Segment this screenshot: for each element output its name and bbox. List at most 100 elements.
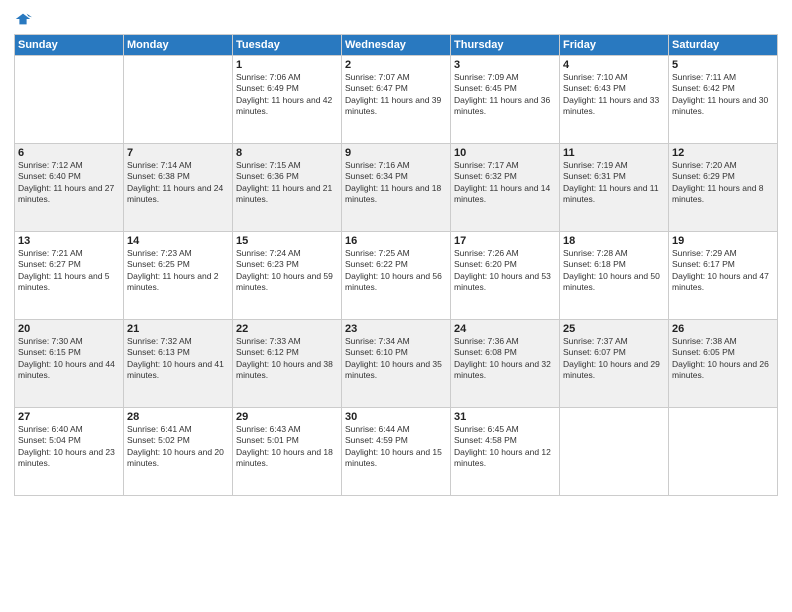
day-info: Sunrise: 6:45 AM Sunset: 4:58 PM Dayligh…: [454, 424, 556, 470]
day-info: Sunrise: 7:36 AM Sunset: 6:08 PM Dayligh…: [454, 336, 556, 382]
calendar-table: SundayMondayTuesdayWednesdayThursdayFrid…: [14, 34, 778, 496]
day-of-week-header: Thursday: [451, 35, 560, 56]
calendar-cell: 19Sunrise: 7:29 AM Sunset: 6:17 PM Dayli…: [669, 232, 778, 320]
calendar-cell: 1Sunrise: 7:06 AM Sunset: 6:49 PM Daylig…: [233, 56, 342, 144]
day-of-week-header: Tuesday: [233, 35, 342, 56]
day-of-week-header: Friday: [560, 35, 669, 56]
day-info: Sunrise: 7:37 AM Sunset: 6:07 PM Dayligh…: [563, 336, 665, 382]
calendar-cell: 4Sunrise: 7:10 AM Sunset: 6:43 PM Daylig…: [560, 56, 669, 144]
calendar-cell: 27Sunrise: 6:40 AM Sunset: 5:04 PM Dayli…: [15, 408, 124, 496]
day-info: Sunrise: 7:24 AM Sunset: 6:23 PM Dayligh…: [236, 248, 338, 294]
day-info: Sunrise: 7:23 AM Sunset: 6:25 PM Dayligh…: [127, 248, 229, 294]
day-info: Sunrise: 7:16 AM Sunset: 6:34 PM Dayligh…: [345, 160, 447, 206]
day-number: 18: [563, 235, 665, 247]
calendar-cell: 14Sunrise: 7:23 AM Sunset: 6:25 PM Dayli…: [124, 232, 233, 320]
day-info: Sunrise: 7:19 AM Sunset: 6:31 PM Dayligh…: [563, 160, 665, 206]
day-number: 31: [454, 411, 556, 423]
calendar-cell: 17Sunrise: 7:26 AM Sunset: 6:20 PM Dayli…: [451, 232, 560, 320]
day-number: 8: [236, 147, 338, 159]
day-number: 20: [18, 323, 120, 335]
day-number: 15: [236, 235, 338, 247]
day-info: Sunrise: 7:25 AM Sunset: 6:22 PM Dayligh…: [345, 248, 447, 294]
calendar-cell: 12Sunrise: 7:20 AM Sunset: 6:29 PM Dayli…: [669, 144, 778, 232]
day-info: Sunrise: 6:43 AM Sunset: 5:01 PM Dayligh…: [236, 424, 338, 470]
day-of-week-header: Wednesday: [342, 35, 451, 56]
day-info: Sunrise: 7:12 AM Sunset: 6:40 PM Dayligh…: [18, 160, 120, 206]
calendar-cell: 9Sunrise: 7:16 AM Sunset: 6:34 PM Daylig…: [342, 144, 451, 232]
calendar-cell: 5Sunrise: 7:11 AM Sunset: 6:42 PM Daylig…: [669, 56, 778, 144]
day-info: Sunrise: 7:17 AM Sunset: 6:32 PM Dayligh…: [454, 160, 556, 206]
calendar-week-row: 1Sunrise: 7:06 AM Sunset: 6:49 PM Daylig…: [15, 56, 778, 144]
day-info: Sunrise: 7:14 AM Sunset: 6:38 PM Dayligh…: [127, 160, 229, 206]
calendar-cell: 30Sunrise: 6:44 AM Sunset: 4:59 PM Dayli…: [342, 408, 451, 496]
calendar-cell: 25Sunrise: 7:37 AM Sunset: 6:07 PM Dayli…: [560, 320, 669, 408]
calendar-cell: [124, 56, 233, 144]
day-info: Sunrise: 7:26 AM Sunset: 6:20 PM Dayligh…: [454, 248, 556, 294]
calendar-cell: 13Sunrise: 7:21 AM Sunset: 6:27 PM Dayli…: [15, 232, 124, 320]
day-number: 22: [236, 323, 338, 335]
day-info: Sunrise: 7:34 AM Sunset: 6:10 PM Dayligh…: [345, 336, 447, 382]
calendar-cell: 16Sunrise: 7:25 AM Sunset: 6:22 PM Dayli…: [342, 232, 451, 320]
day-info: Sunrise: 7:38 AM Sunset: 6:05 PM Dayligh…: [672, 336, 774, 382]
day-number: 13: [18, 235, 120, 247]
logo-bird-icon: [14, 10, 32, 28]
day-info: Sunrise: 7:20 AM Sunset: 6:29 PM Dayligh…: [672, 160, 774, 206]
day-number: 29: [236, 411, 338, 423]
day-info: Sunrise: 7:32 AM Sunset: 6:13 PM Dayligh…: [127, 336, 229, 382]
calendar-cell: 26Sunrise: 7:38 AM Sunset: 6:05 PM Dayli…: [669, 320, 778, 408]
day-number: 17: [454, 235, 556, 247]
day-number: 26: [672, 323, 774, 335]
day-number: 28: [127, 411, 229, 423]
day-number: 24: [454, 323, 556, 335]
calendar-header-row: SundayMondayTuesdayWednesdayThursdayFrid…: [15, 35, 778, 56]
day-number: 16: [345, 235, 447, 247]
day-number: 30: [345, 411, 447, 423]
day-info: Sunrise: 6:40 AM Sunset: 5:04 PM Dayligh…: [18, 424, 120, 470]
day-number: 7: [127, 147, 229, 159]
calendar-week-row: 27Sunrise: 6:40 AM Sunset: 5:04 PM Dayli…: [15, 408, 778, 496]
calendar-cell: [669, 408, 778, 496]
day-of-week-header: Saturday: [669, 35, 778, 56]
day-number: 25: [563, 323, 665, 335]
calendar-cell: 22Sunrise: 7:33 AM Sunset: 6:12 PM Dayli…: [233, 320, 342, 408]
calendar-week-row: 6Sunrise: 7:12 AM Sunset: 6:40 PM Daylig…: [15, 144, 778, 232]
day-info: Sunrise: 7:09 AM Sunset: 6:45 PM Dayligh…: [454, 72, 556, 118]
day-number: 23: [345, 323, 447, 335]
day-number: 27: [18, 411, 120, 423]
calendar-cell: 28Sunrise: 6:41 AM Sunset: 5:02 PM Dayli…: [124, 408, 233, 496]
day-number: 4: [563, 59, 665, 71]
day-info: Sunrise: 7:06 AM Sunset: 6:49 PM Dayligh…: [236, 72, 338, 118]
day-number: 14: [127, 235, 229, 247]
day-of-week-header: Monday: [124, 35, 233, 56]
header: [14, 10, 778, 28]
day-info: Sunrise: 7:29 AM Sunset: 6:17 PM Dayligh…: [672, 248, 774, 294]
day-info: Sunrise: 7:21 AM Sunset: 6:27 PM Dayligh…: [18, 248, 120, 294]
calendar-cell: 31Sunrise: 6:45 AM Sunset: 4:58 PM Dayli…: [451, 408, 560, 496]
day-number: 1: [236, 59, 338, 71]
calendar-cell: 23Sunrise: 7:34 AM Sunset: 6:10 PM Dayli…: [342, 320, 451, 408]
day-info: Sunrise: 7:11 AM Sunset: 6:42 PM Dayligh…: [672, 72, 774, 118]
day-number: 3: [454, 59, 556, 71]
calendar-cell: 7Sunrise: 7:14 AM Sunset: 6:38 PM Daylig…: [124, 144, 233, 232]
day-number: 12: [672, 147, 774, 159]
day-number: 21: [127, 323, 229, 335]
day-number: 19: [672, 235, 774, 247]
day-info: Sunrise: 7:07 AM Sunset: 6:47 PM Dayligh…: [345, 72, 447, 118]
day-number: 11: [563, 147, 665, 159]
day-number: 9: [345, 147, 447, 159]
calendar-cell: [560, 408, 669, 496]
calendar-cell: 29Sunrise: 6:43 AM Sunset: 5:01 PM Dayli…: [233, 408, 342, 496]
day-number: 5: [672, 59, 774, 71]
calendar-cell: [15, 56, 124, 144]
calendar-cell: 6Sunrise: 7:12 AM Sunset: 6:40 PM Daylig…: [15, 144, 124, 232]
calendar-cell: 3Sunrise: 7:09 AM Sunset: 6:45 PM Daylig…: [451, 56, 560, 144]
calendar-week-row: 20Sunrise: 7:30 AM Sunset: 6:15 PM Dayli…: [15, 320, 778, 408]
calendar-cell: 8Sunrise: 7:15 AM Sunset: 6:36 PM Daylig…: [233, 144, 342, 232]
calendar-cell: 21Sunrise: 7:32 AM Sunset: 6:13 PM Dayli…: [124, 320, 233, 408]
day-number: 2: [345, 59, 447, 71]
day-info: Sunrise: 6:44 AM Sunset: 4:59 PM Dayligh…: [345, 424, 447, 470]
calendar-cell: 24Sunrise: 7:36 AM Sunset: 6:08 PM Dayli…: [451, 320, 560, 408]
calendar-cell: 11Sunrise: 7:19 AM Sunset: 6:31 PM Dayli…: [560, 144, 669, 232]
calendar-week-row: 13Sunrise: 7:21 AM Sunset: 6:27 PM Dayli…: [15, 232, 778, 320]
calendar-cell: 20Sunrise: 7:30 AM Sunset: 6:15 PM Dayli…: [15, 320, 124, 408]
